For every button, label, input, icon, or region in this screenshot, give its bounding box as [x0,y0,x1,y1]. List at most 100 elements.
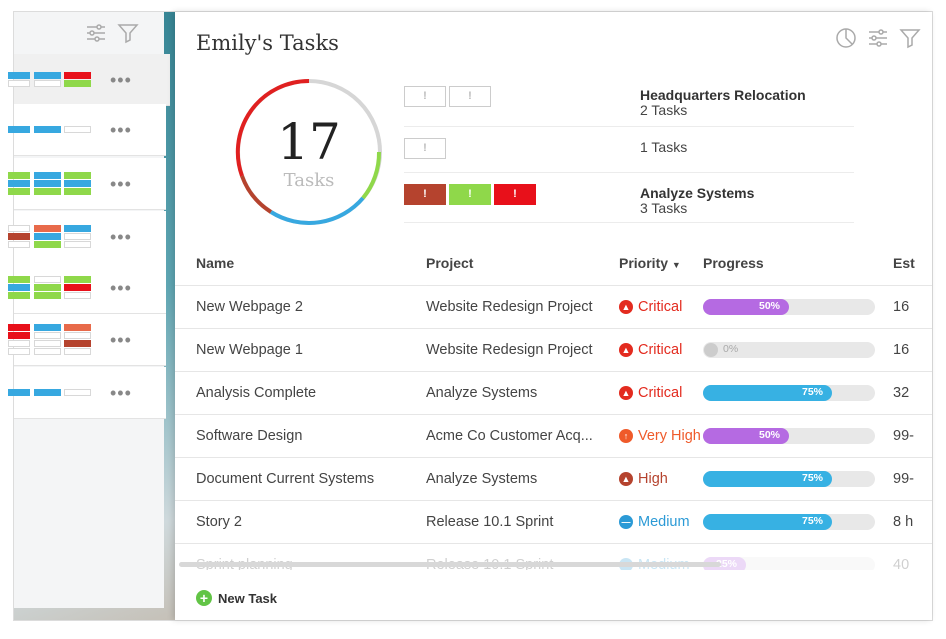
task-progress[interactable]: 50% [703,285,893,329]
task-name[interactable]: Story 2 [175,500,405,544]
divider [404,172,854,173]
task-progress[interactable]: 0% [703,328,893,372]
plus-icon: + [196,590,212,606]
status-cell [34,332,61,339]
progress-bar: 75% [703,470,875,487]
more-options-icon[interactable]: ••• [110,278,132,299]
task-progress[interactable]: 50% [703,414,893,458]
table-row[interactable]: New Webpage 1 Website Redesign Project ▲ Cr… [175,328,932,372]
sliders-icon[interactable] [84,21,108,45]
priority-label: High [638,471,668,487]
summary-row[interactable]: ! ! ! Analyze Systems 3 Tasks [404,174,854,220]
task-estimate: 16 [893,328,932,372]
table-row[interactable]: New Webpage 2 Website Redesign Project ▲ Cr… [175,285,932,329]
table-row[interactable]: Software Design Acme Co Customer Acq... ↑ V… [175,414,932,458]
board-panel: ••• ••• ••• ••• ••• ••• ••• [8,12,170,608]
new-task-button[interactable]: + New Task [196,590,277,606]
board-row[interactable]: ••• [8,262,166,314]
task-project[interactable]: Analyze Systems [405,371,599,415]
board-row[interactable]: ••• [8,367,166,419]
more-options-icon[interactable]: ••• [110,120,132,141]
task-priority[interactable]: ▲ Critical [599,371,703,415]
task-project[interactable]: Analyze Systems [405,457,599,501]
table-row[interactable]: Story 2 Release 10.1 Sprint — Medium 75% 8 h [175,500,932,544]
task-estimate: 8 h [893,500,932,544]
priority-icon: ↑ [619,429,633,443]
task-name[interactable]: Software Design [175,414,405,458]
status-cell [8,292,30,299]
progress-label: 50% [759,299,781,312]
progress-bar: 0% [703,341,875,358]
priority-icon: — [619,515,633,529]
task-priority[interactable]: ↑ Very High [599,414,703,458]
task-count-label: Tasks [283,170,335,191]
status-cell [34,72,61,79]
column-header-project[interactable]: Project [405,242,599,286]
status-cell [8,80,30,87]
status-cell [34,225,61,232]
priority-pill: ! [404,86,446,107]
sliders-icon[interactable] [866,26,890,50]
table-row[interactable]: Document Current Systems Analyze Systems ▲… [175,457,932,501]
board-row[interactable]: ••• [8,158,166,210]
table-row[interactable]: Analysis Complete Analyze Systems ▲ Critica… [175,371,932,415]
status-cell [64,188,91,195]
board-row[interactable]: ••• [8,314,166,366]
progress-bar: 50% [703,427,875,444]
more-options-icon[interactable]: ••• [110,227,132,248]
status-cell [64,340,91,347]
filter-icon[interactable] [898,26,922,50]
page-title: Emily's Tasks [196,31,339,55]
column-header-progress[interactable]: Progress [703,242,893,286]
column-header-name[interactable]: Name [175,242,405,286]
horizontal-scrollbar[interactable] [179,562,721,567]
more-options-icon[interactable]: ••• [110,330,132,351]
status-cell [8,284,30,291]
task-name[interactable]: Document Current Systems [175,457,405,501]
task-name[interactable]: New Webpage 2 [175,285,405,329]
board-row[interactable]: ••• [8,104,166,156]
pie-chart-icon[interactable] [834,26,858,50]
status-cell [34,188,61,195]
status-cell [8,389,30,396]
task-priority[interactable]: — Medium [599,500,703,544]
progress-bar: 75% [703,384,875,401]
task-priority[interactable]: ▲ Critical [599,328,703,372]
status-cell [34,241,61,248]
board-row[interactable]: ••• [8,54,170,106]
status-cell [34,276,61,283]
priority-label: Critical [638,385,683,401]
progress-label: 75% [802,385,824,398]
task-progress[interactable]: 75% [703,500,893,544]
summary-row[interactable]: ! 1 Tasks [404,128,854,174]
column-header-priority[interactable]: Priority ▼ [599,242,703,286]
priority-icon: ▲ [619,343,633,357]
more-options-icon[interactable]: ••• [110,70,132,91]
summary-row[interactable]: ! ! Headquarters Relocation 2 Tasks [404,76,854,122]
task-name[interactable]: New Webpage 1 [175,328,405,372]
priority-pill: ! [404,138,446,159]
more-options-icon[interactable]: ••• [110,174,132,195]
priority-pill: ! [449,184,491,205]
status-cell [34,284,61,291]
more-options-icon[interactable]: ••• [110,383,132,404]
status-cell [8,225,30,232]
status-cell [8,332,30,339]
column-header-est[interactable]: Est [893,242,932,286]
task-project[interactable]: Acme Co Customer Acq... [405,414,599,458]
task-name[interactable]: Analysis Complete [175,371,405,415]
filter-icon[interactable] [116,21,140,45]
status-cell [8,348,30,355]
summary-project: Analyze Systems [640,185,755,201]
task-progress[interactable]: 75% [703,371,893,415]
task-project[interactable]: Website Redesign Project [405,328,599,372]
task-count: 17 [277,113,341,171]
task-progress[interactable]: 75% [703,457,893,501]
task-project[interactable]: Website Redesign Project [405,285,599,329]
board-row[interactable]: ••• [8,211,166,263]
task-priority[interactable]: ▲ High [599,457,703,501]
task-project[interactable]: Release 10.1 Sprint [405,500,599,544]
status-cell [8,241,30,248]
status-cell [34,348,61,355]
task-priority[interactable]: ▲ Critical [599,285,703,329]
